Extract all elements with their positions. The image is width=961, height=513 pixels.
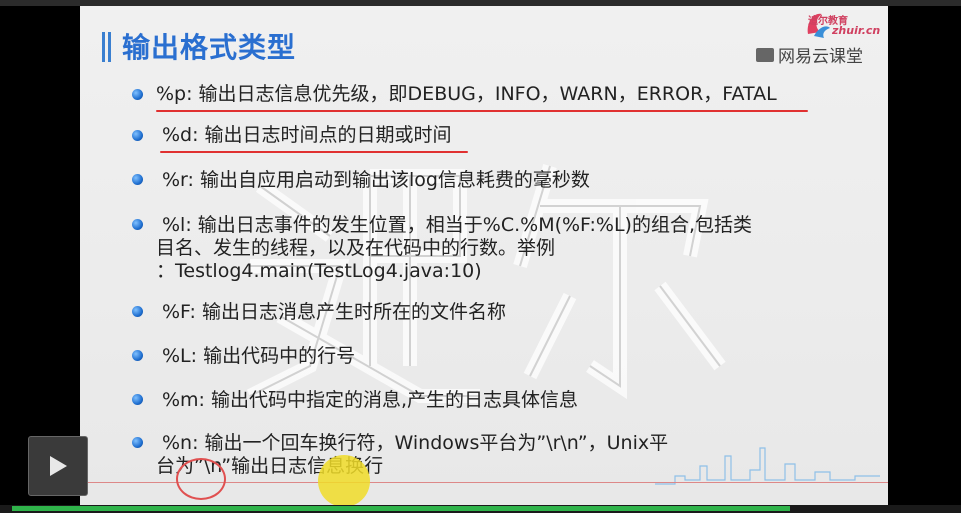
city-skyline-icon <box>655 447 880 485</box>
list-item-line: %n: 输出一个回车换行符，Windows平台为”\r\n”，Unix平 <box>162 432 669 454</box>
list-item: %r: 输出自应用启动到输出该log信息耗费的毫秒数 <box>162 169 590 191</box>
list-item: %L: 输出代码中的行号 <box>162 345 356 367</box>
list-item-line: 目名、发生的线程，以及在代码中的行数。举例 <box>156 237 556 259</box>
slide: 输出格式类型 追尔教育 zhuir.cn 网易云课堂 %p: 输出日志信息优先级… <box>80 6 888 505</box>
list-item: %F: 输出日志消息产生时所在的文件名称 <box>162 301 506 323</box>
list-item-line: %l: 输出日志事件的发生位置，相当于%C.%M(%F:%L)的组合,包括类 <box>162 214 752 236</box>
title-accent-bar <box>108 32 111 62</box>
bullet-icon <box>132 89 143 100</box>
list-item: %d: 输出日志时间点的日期或时间 <box>162 124 452 146</box>
play-button[interactable] <box>28 436 88 496</box>
red-underline <box>156 110 808 112</box>
slide-title: 输出格式类型 <box>122 31 297 64</box>
progress-fill <box>12 506 790 511</box>
cursor-highlight <box>318 455 370 507</box>
bullet-icon <box>132 394 143 405</box>
bullet-icon <box>132 174 143 185</box>
logo-url: zhuir.cn <box>832 24 881 37</box>
click-indicator <box>176 458 226 500</box>
list-item-line: ：Testlog4.main(TestLog4.java:10) <box>156 260 482 282</box>
list-item: %p: 输出日志信息优先级，即DEBUG，INFO，WARN，ERROR，FAT… <box>156 83 777 105</box>
brand-text: 网易云课堂 <box>778 47 863 67</box>
book-icon <box>756 47 774 62</box>
bullet-icon <box>132 437 143 448</box>
play-icon <box>50 456 67 476</box>
bullet-icon <box>132 130 143 141</box>
title-accent-bar <box>102 32 105 62</box>
list-item: %m: 输出代码中指定的消息,产生的日志具体信息 <box>162 389 579 411</box>
brand-label: 网易云课堂 <box>756 42 863 67</box>
red-underline <box>160 151 468 153</box>
bullet-icon <box>132 219 143 230</box>
bullet-icon <box>132 306 143 317</box>
bullet-icon <box>132 350 143 361</box>
